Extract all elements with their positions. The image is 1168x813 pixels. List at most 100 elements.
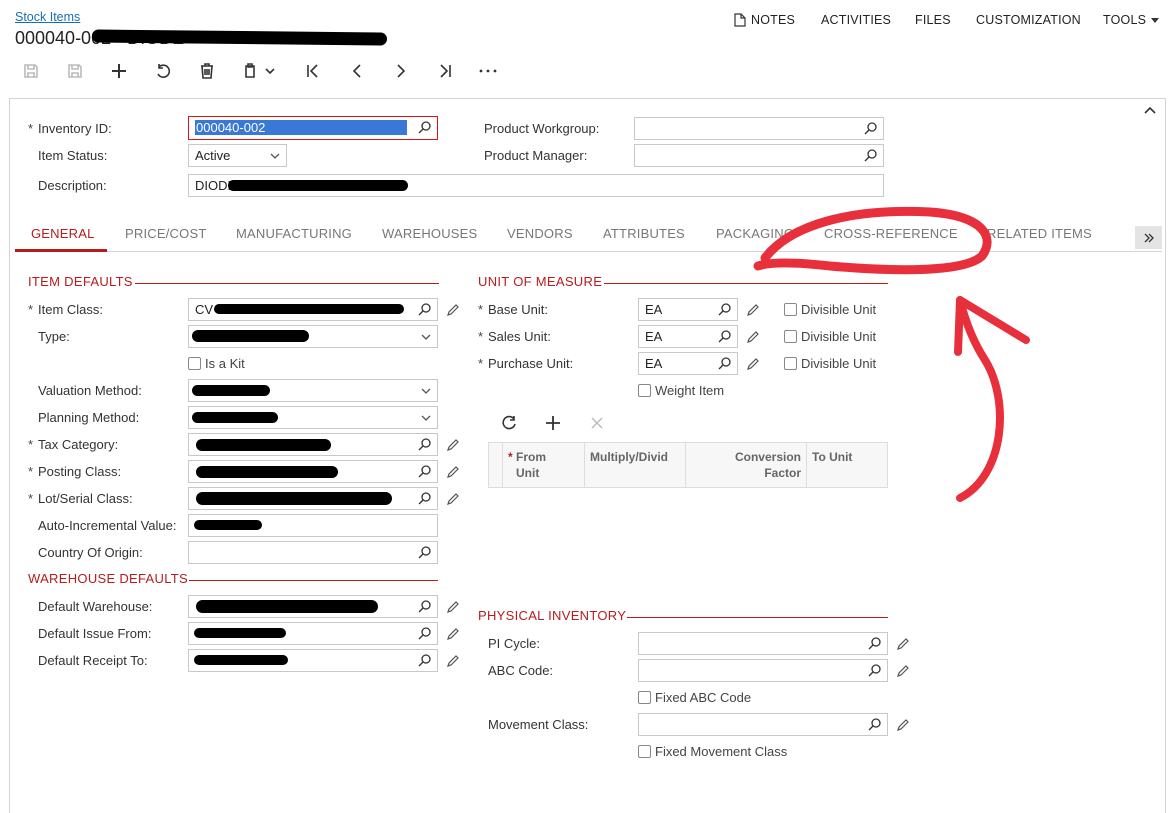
collapse-button[interactable] — [1144, 104, 1160, 120]
chevron-down-icon — [421, 388, 431, 394]
copy-paste-dropdown[interactable] — [263, 60, 277, 82]
pencil-icon[interactable] — [446, 438, 460, 452]
tab-manufacturing[interactable]: MANUFACTURING — [236, 226, 352, 241]
checkbox-box — [188, 357, 201, 370]
save-close-button[interactable] — [63, 60, 87, 82]
pencil-icon[interactable] — [746, 330, 760, 344]
delete-button[interactable] — [195, 60, 219, 82]
document-icon — [734, 13, 746, 27]
pencil-icon[interactable] — [446, 627, 460, 641]
column-header-label: Conversion Factor — [734, 450, 801, 480]
auto-incremental-value-label: Auto-Incremental Value: — [38, 518, 177, 533]
product-manager-field[interactable] — [634, 144, 884, 167]
copy-paste-button[interactable] — [239, 60, 263, 82]
tabs-scroll-right-button[interactable] — [1135, 226, 1162, 249]
type-label: Type: — [38, 329, 70, 344]
is-a-kit-checkbox[interactable]: Is a Kit — [188, 356, 245, 371]
breadcrumb-stock-items[interactable]: Stock Items — [15, 10, 80, 24]
undo-button[interactable] — [151, 60, 175, 82]
purchase-unit-field[interactable]: EA — [638, 352, 738, 375]
base-unit-field[interactable]: EA — [638, 298, 738, 321]
next-record-button[interactable] — [389, 60, 413, 82]
product-manager-label: Product Manager: — [484, 148, 588, 163]
customization-button[interactable]: CUSTOMIZATION — [976, 13, 1081, 27]
pencil-icon[interactable] — [446, 654, 460, 668]
section-divider — [604, 283, 888, 284]
column-header-to-unit[interactable]: To Unit — [807, 443, 887, 487]
column-header-from-unit[interactable]: * From Unit — [503, 443, 585, 487]
last-icon — [440, 64, 451, 78]
grid-refresh-button[interactable] — [502, 415, 520, 433]
next-icon — [397, 64, 406, 78]
weight-item-checkbox[interactable]: Weight Item — [638, 383, 724, 398]
more-button[interactable] — [476, 60, 500, 82]
tab-packaging[interactable]: PACKAGING — [716, 226, 794, 241]
movement-class-field[interactable] — [638, 713, 888, 736]
pencil-icon[interactable] — [896, 664, 910, 678]
pencil-icon[interactable] — [446, 492, 460, 506]
sales-unit-divisible-checkbox[interactable]: Divisible Unit — [784, 329, 876, 344]
search-icon — [418, 654, 431, 667]
pencil-icon[interactable] — [746, 357, 760, 371]
pi-cycle-field[interactable] — [638, 632, 888, 655]
country-of-origin-field[interactable] — [188, 541, 438, 564]
fixed-abc-code-checkbox[interactable]: Fixed ABC Code — [638, 690, 751, 705]
grid-add-row-button[interactable] — [545, 415, 563, 433]
prev-icon — [352, 64, 361, 78]
base-unit-divisible-checkbox[interactable]: Divisible Unit — [784, 302, 876, 317]
chevron-down-icon — [270, 153, 280, 159]
tab-warehouses[interactable]: WAREHOUSES — [382, 226, 477, 241]
divisible-unit-label: Divisible Unit — [801, 302, 877, 317]
pencil-icon[interactable] — [446, 303, 460, 317]
add-icon — [546, 416, 560, 430]
fixed-movement-class-checkbox[interactable]: Fixed Movement Class — [638, 744, 787, 759]
previous-record-button[interactable] — [345, 60, 369, 82]
activities-button[interactable]: ACTIVITIES — [821, 13, 891, 27]
planning-method-label: Planning Method: — [38, 410, 140, 425]
save-button[interactable] — [19, 60, 43, 82]
column-header-conversion-factor[interactable]: Conversion Factor — [686, 443, 807, 487]
pencil-icon[interactable] — [896, 718, 910, 732]
pencil-icon[interactable] — [746, 303, 760, 317]
pencil-icon[interactable] — [446, 465, 460, 479]
tab-attributes[interactable]: ATTRIBUTES — [603, 226, 685, 241]
checkbox-box — [784, 303, 797, 316]
tab-price-cost[interactable]: PRICE/COST — [125, 226, 206, 241]
column-header-multiply-divide[interactable]: Multiply/Divid — [585, 443, 686, 487]
item-status-select[interactable]: Active — [188, 144, 287, 167]
tools-menu[interactable]: TOOLS — [1103, 13, 1160, 27]
description-label: Description: — [38, 178, 107, 193]
tab-general[interactable]: GENERAL — [31, 226, 95, 241]
undo-icon — [157, 64, 171, 78]
first-record-button[interactable] — [301, 60, 325, 82]
valuation-method-label: Valuation Method: — [38, 383, 142, 398]
sales-unit-field[interactable]: EA — [638, 325, 738, 348]
checkbox-box — [784, 330, 797, 343]
checkbox-box — [638, 745, 651, 758]
tab-cross-reference[interactable]: CROSS-REFERENCE — [824, 226, 958, 241]
last-record-button[interactable] — [433, 60, 457, 82]
search-icon — [864, 122, 877, 135]
add-button[interactable] — [107, 60, 131, 82]
section-divider — [189, 580, 438, 581]
tab-vendors[interactable]: VENDORS — [507, 226, 573, 241]
notes-button[interactable]: NOTES — [734, 13, 795, 27]
search-icon — [864, 149, 877, 162]
grid-delete-row-button[interactable] — [590, 416, 606, 432]
conversion-grid: * From Unit Multiply/Divid Conversion Fa… — [488, 442, 888, 488]
redaction-scribble — [194, 520, 262, 530]
delete-icon — [201, 63, 213, 79]
purchase-unit-divisible-checkbox[interactable]: Divisible Unit — [784, 356, 876, 371]
product-workgroup-field[interactable] — [634, 117, 884, 140]
abc-code-field[interactable] — [638, 659, 888, 682]
divisible-unit-label: Divisible Unit — [801, 329, 877, 344]
inventory-id-field[interactable]: 000040-002 — [188, 116, 438, 140]
files-button[interactable]: FILES — [915, 13, 951, 27]
checkbox-box — [638, 691, 651, 704]
tab-related-items[interactable]: RELATED ITEMS — [987, 226, 1092, 241]
pencil-icon[interactable] — [896, 637, 910, 651]
chevron-down-icon — [421, 334, 431, 340]
required-marker: * — [508, 450, 513, 464]
fixed-abc-code-label: Fixed ABC Code — [655, 690, 752, 705]
pencil-icon[interactable] — [446, 600, 460, 614]
